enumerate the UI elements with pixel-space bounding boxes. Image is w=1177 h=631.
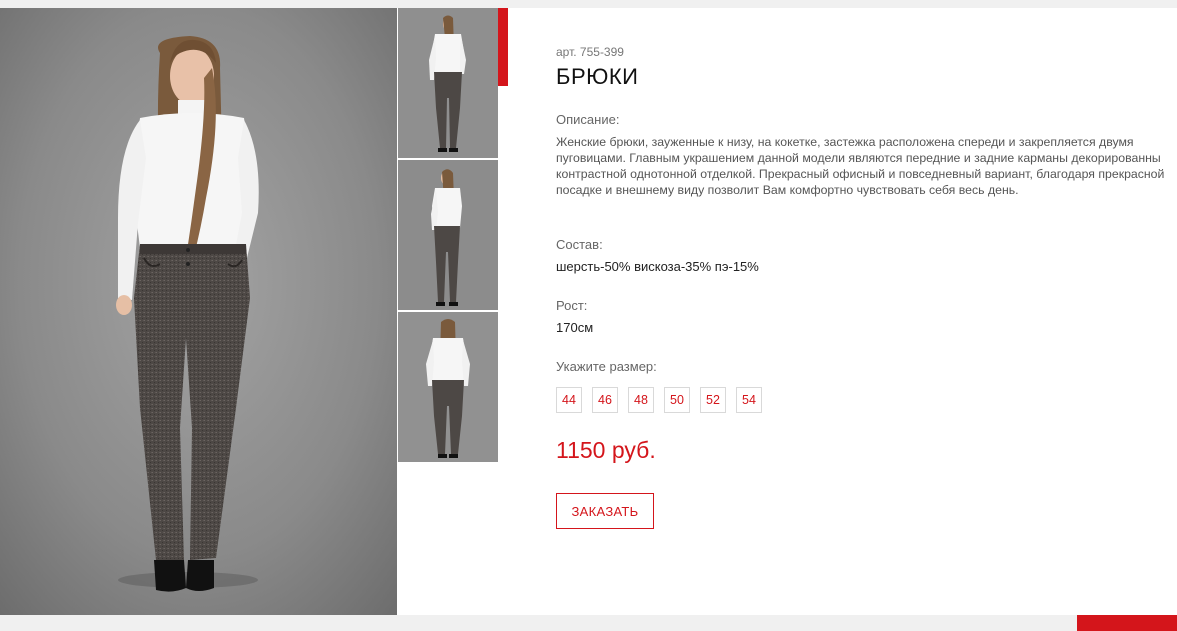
thumbnail-back[interactable] <box>398 312 498 462</box>
product-card: арт. 755-399 БРЮКИ Описание: Женские брю… <box>0 8 1177 615</box>
bottom-accent-bar <box>1077 615 1177 631</box>
size-option-44[interactable]: 44 <box>556 387 582 413</box>
size-label: Укажите размер: <box>556 359 657 374</box>
size-option-54[interactable]: 54 <box>736 387 762 413</box>
composition-label: Состав: <box>556 237 603 252</box>
height-label: Рост: <box>556 298 588 313</box>
product-title: БРЮКИ <box>556 64 639 89</box>
size-option-50[interactable]: 50 <box>664 387 690 413</box>
page-top-strip <box>0 0 1177 8</box>
order-button[interactable]: ЗАКАЗАТЬ <box>556 493 654 529</box>
product-price: 1150 руб. <box>556 437 656 463</box>
size-option-52[interactable]: 52 <box>700 387 726 413</box>
size-option-48[interactable]: 48 <box>628 387 654 413</box>
main-product-photo[interactable] <box>0 8 397 615</box>
size-selector: 44 46 48 50 52 54 <box>556 387 762 413</box>
active-thumbnail-indicator <box>498 8 508 86</box>
thumbnail-front[interactable] <box>398 8 498 158</box>
page-bottom-strip <box>0 615 1177 631</box>
product-sku: арт. 755-399 <box>556 45 624 59</box>
height-value: 170см <box>556 320 594 335</box>
description-label: Описание: <box>556 112 620 127</box>
thumbnail-side[interactable] <box>398 160 498 310</box>
product-description: Женские брюки, зауженные к низу, на коке… <box>556 135 1165 197</box>
size-option-46[interactable]: 46 <box>592 387 618 413</box>
composition-value: шерсть-50% вискоза-35% пэ-15% <box>556 259 759 274</box>
